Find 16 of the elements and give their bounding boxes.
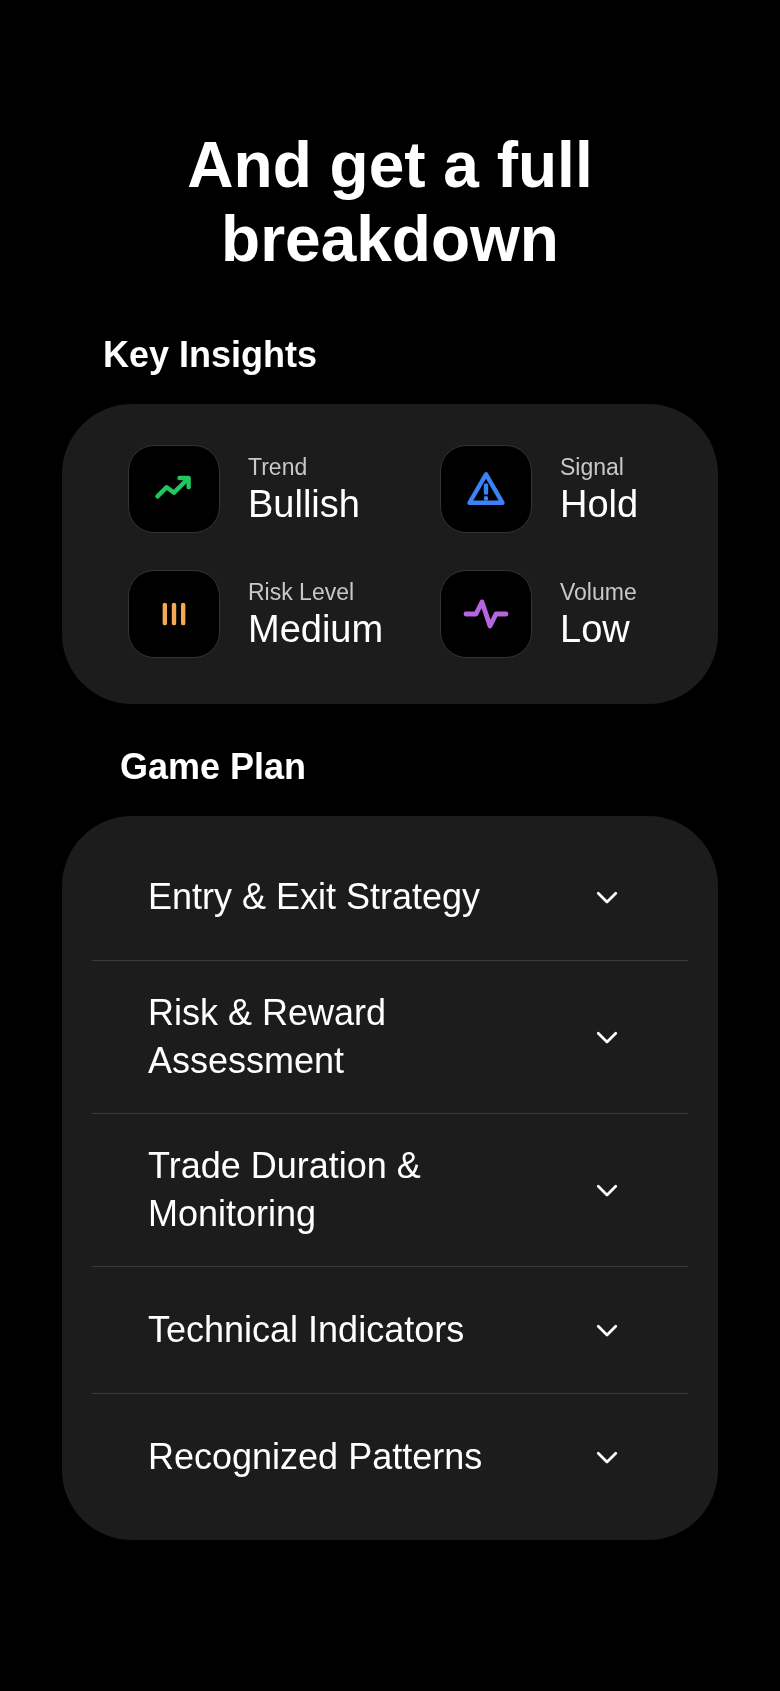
accordion-row[interactable]: Trade Duration & Monitoring [92,1113,688,1266]
insight-label: Signal [560,453,625,482]
insight-value: Medium [248,607,384,651]
accordion-row[interactable]: Recognized Patterns [92,1393,688,1520]
insight-value: Hold [560,482,639,526]
insight-value: Bullish [248,482,360,526]
accordion-row[interactable]: Entry & Exit Strategy [92,833,688,960]
section-heading: Key Insights [103,333,319,377]
section-heading: Game Plan [120,745,308,789]
accordion-row[interactable]: Risk & Reward Assessment [92,960,688,1113]
insight-label: Volume [560,578,637,607]
accordion-row[interactable]: Technical Indicators [92,1266,688,1393]
insight-label: Risk Level [248,578,356,607]
insight-label: Trend [248,453,309,482]
insight-value: Low [560,607,631,651]
page-title: And get a full breakdown [186,128,594,276]
